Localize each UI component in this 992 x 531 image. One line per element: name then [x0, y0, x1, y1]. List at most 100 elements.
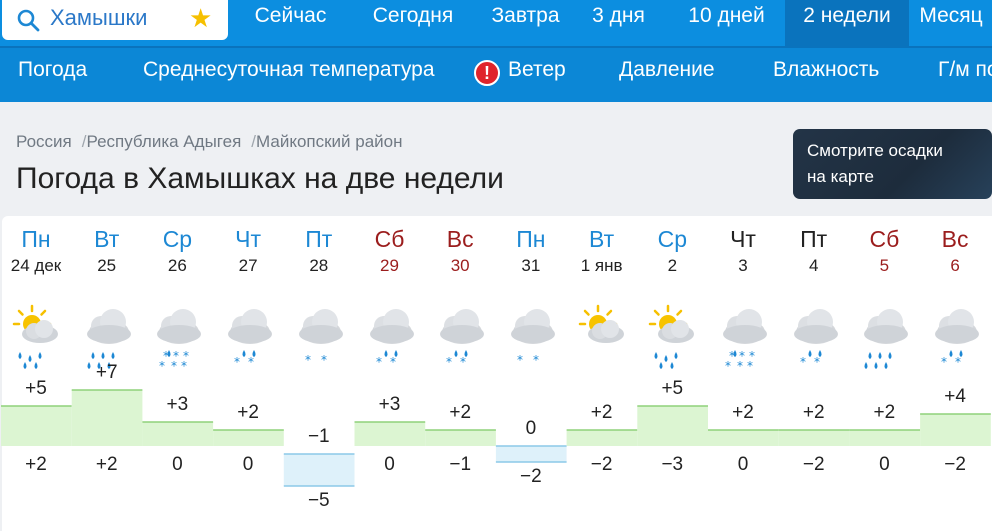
day-column[interactable]: Сб 5 — [849, 226, 919, 276]
day-name: Пн — [21, 226, 51, 252]
subnav-tab-5[interactable]: Г/м поле — [938, 58, 992, 82]
day-column[interactable]: Чт 27 — [213, 226, 283, 276]
day-date: 24 дек — [10, 256, 62, 275]
day-name: Вт — [589, 226, 615, 252]
svg-text:*: * — [159, 359, 165, 372]
svg-text:*: * — [955, 355, 961, 369]
breadcrumb-item-country[interactable]: Россия — [16, 132, 72, 151]
day-date: 5 — [879, 256, 890, 275]
cloud-snow-icon: * * * * * * — [149, 300, 205, 373]
sun-cloud-rain-icon — [644, 300, 700, 372]
day-column[interactable]: Чт 3 — [708, 226, 778, 276]
svg-text:*: * — [181, 359, 187, 372]
nav-tab-0[interactable]: Сейчас — [244, 0, 337, 46]
day-date: 1 янв — [580, 256, 623, 275]
day-column[interactable]: Вт 25 — [72, 226, 142, 276]
day-name: Вт — [94, 226, 120, 252]
subnav-tab-1[interactable]: Среднесуточная температура — [143, 58, 435, 82]
cloud-snow-light-icon: * * — [291, 300, 347, 372]
cloud-sleet-icon: * * — [786, 300, 842, 372]
breadcrumb: Россия/Республика Адыгея/Майкопский райо… — [16, 132, 403, 151]
day-name: Вс — [941, 226, 969, 252]
nav-tab-3[interactable]: 3 дня — [579, 0, 658, 46]
day-date: 27 — [238, 256, 258, 275]
nav-tab-4[interactable]: 10 дней — [669, 0, 784, 46]
day-name: Ср — [657, 226, 687, 252]
day-column[interactable]: Вс 30 — [425, 226, 495, 276]
max-temp-bar — [1, 406, 72, 446]
day-date: 29 — [380, 256, 399, 275]
breadcrumb-item-district[interactable]: Майкопский район — [256, 132, 403, 151]
svg-text:*: * — [517, 353, 523, 367]
sub-nav-bar: Погода Среднесуточная температура Ветер Дав… — [0, 46, 992, 102]
svg-text:*: * — [460, 355, 466, 369]
svg-text:*: * — [234, 355, 240, 369]
day-name: Пт — [800, 226, 828, 252]
max-temp-bar — [849, 430, 921, 446]
svg-text:*: * — [737, 359, 743, 372]
search-box[interactable]: Хамышки ★ — [2, 0, 228, 40]
day-column[interactable]: Ср 2 — [637, 226, 707, 276]
day-column[interactable]: Вт 1 янв — [567, 226, 637, 276]
promo-line-1: Смотрите осадки — [807, 141, 943, 160]
day-date: 30 — [450, 256, 470, 275]
day-column[interactable]: Пт 4 — [779, 226, 849, 276]
max-temp-bar — [425, 430, 496, 446]
day-name: Чт — [235, 226, 262, 252]
max-temp-bar — [920, 414, 991, 446]
subnav-tab-0[interactable]: Погода — [18, 58, 87, 82]
svg-text:*: * — [814, 355, 820, 369]
day-name: Ср — [162, 226, 193, 252]
cloud-snow-light-icon: * * — [503, 300, 559, 372]
subnav-tab-3[interactable]: Давление — [619, 58, 715, 82]
svg-text:*: * — [171, 359, 177, 372]
svg-text:*: * — [321, 353, 327, 367]
favorite-star-icon[interactable]: ★ — [189, 3, 212, 34]
warning-icon: ! — [474, 60, 500, 86]
precipitation-map-promo[interactable]: Смотрите осадки на карте — [793, 129, 992, 199]
day-name: Сб — [374, 226, 405, 252]
subnav-tab-2[interactable]: Ветер — [508, 58, 566, 82]
max-temp-bar — [213, 430, 284, 446]
day-date: 31 — [521, 256, 541, 275]
svg-text:*: * — [248, 355, 254, 369]
day-date: 6 — [950, 256, 960, 275]
cloud-sleet-icon: * * — [220, 300, 276, 372]
day-column[interactable]: Вс 6 — [920, 226, 990, 276]
nav-tab-1[interactable]: Сегодня — [354, 0, 472, 46]
day-column[interactable]: Сб 29 — [355, 226, 425, 276]
day-name: Чт — [730, 226, 756, 252]
cloud-rain-icon — [856, 300, 912, 372]
temperature-band — [1, 389, 991, 487]
day-column[interactable]: Пн 31 — [496, 226, 566, 276]
max-temp-bar — [566, 430, 638, 446]
day-date: 26 — [167, 256, 187, 275]
nav-tab-6[interactable]: Месяц — [910, 0, 992, 46]
subnav-tab-4[interactable]: Влажность — [773, 58, 879, 82]
search-icon[interactable] — [16, 8, 40, 32]
day-name: Вс — [446, 226, 474, 252]
max-temp-bar — [778, 430, 850, 446]
sun-cloud-rain-icon — [8, 300, 64, 372]
cloud-sleet-icon: * * — [927, 300, 983, 372]
max-temp-bar — [495, 446, 567, 462]
top-nav-bar: Хамышки ★ Сейчас Сегодня Завтра 3 дня 10 дне… — [0, 0, 992, 46]
svg-text:*: * — [747, 359, 753, 372]
promo-line-2: на карте — [807, 167, 874, 186]
svg-text:*: * — [376, 355, 382, 369]
breadcrumb-item-region[interactable]: Республика Адыгея — [86, 132, 241, 151]
day-date: 28 — [309, 256, 329, 275]
nav-tab-2[interactable]: Завтра — [473, 0, 578, 46]
svg-text:*: * — [446, 355, 452, 369]
sun-cloud-icon — [574, 300, 630, 372]
svg-text:*: * — [305, 353, 311, 367]
cloud-sleet-icon: * * — [362, 300, 418, 372]
day-column[interactable]: Пт 28 — [284, 226, 354, 276]
day-date: 25 — [97, 256, 117, 275]
max-temp-bar — [283, 454, 355, 486]
day-column[interactable]: Пн 24 дек — [1, 226, 71, 276]
max-temp-bar — [354, 422, 426, 446]
nav-tab-5[interactable]: 2 недели — [785, 0, 909, 46]
day-column[interactable]: Ср 26 — [142, 226, 212, 276]
search-input[interactable]: Хамышки — [50, 5, 147, 31]
